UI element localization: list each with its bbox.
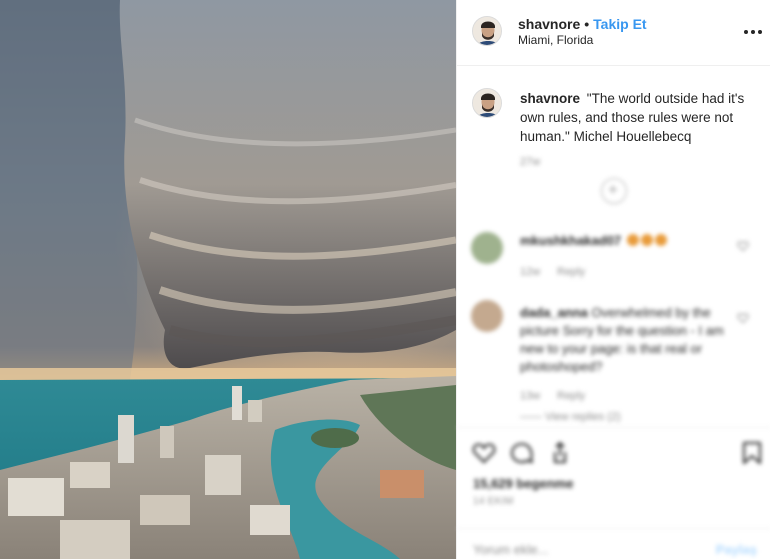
comment-age: 13w [520,390,541,402]
caption-author-avatar[interactable] [472,88,502,118]
plus-circle-icon[interactable] [601,178,627,204]
post-actions: 15,629 begenme 14 EKIM Yorum ekle... Pay… [457,427,770,559]
more-horizontal-icon[interactable] [744,30,762,36]
author-avatar[interactable] [472,16,502,46]
reply-button[interactable]: Reply [557,390,585,402]
comment-avatar[interactable] [471,232,503,264]
post-side-panel: shavnore • Takip Et Miami, Florida shavnor… [456,0,770,559]
comment-icon[interactable] [509,440,535,466]
emoji-icon [626,234,639,246]
heart-icon[interactable] [471,440,497,466]
emoji-icon [640,234,653,246]
post-caption: shavnore "The world outside had it's own… [520,89,760,146]
comment-input[interactable]: Yorum ekle... [473,542,548,557]
heart-small-icon[interactable] [737,240,749,252]
separator-dot: • [584,16,590,32]
supercell-storm-over-miami-image [0,0,456,559]
comments-section: 27w mkushkhakad07 12w Reply dada_anna Ov… [457,140,770,559]
comment-line: mkushkhakad07 [520,232,667,250]
author-username[interactable]: shavnore [518,16,580,32]
post-header: shavnore • Takip Et Miami, Florida [457,0,770,66]
post-photo[interactable] [0,0,456,559]
view-replies-label: View replies (2) [545,411,621,423]
bookmark-icon[interactable] [739,440,765,466]
comment-username[interactable]: mkushkhakad07 [520,233,621,248]
caption-username[interactable]: shavnore [520,91,580,106]
comment-username[interactable]: dada_anna [520,305,588,320]
follow-button[interactable]: Takip Et [593,16,646,32]
emoji-icon [654,234,667,246]
comment-age: 12w [520,266,541,278]
view-replies-button[interactable]: —— View replies (2) [520,411,621,423]
comment-avatar[interactable] [471,300,503,332]
post-comment-button[interactable]: Paylaş [716,542,757,557]
likes-count[interactable]: 15,629 begenme [473,476,573,491]
add-comment-form: Yorum ekle... Paylaş [457,528,770,559]
comment-line: dada_anna Overwhelmed by the picture Sor… [520,304,735,376]
caption-age: 27w [520,156,541,168]
man-portrait-icon [473,89,501,117]
heart-small-icon[interactable] [737,312,749,324]
post-location[interactable]: Miami, Florida [518,33,593,47]
post-date: 14 EKIM [473,496,514,507]
reply-button[interactable]: Reply [557,266,585,278]
share-icon[interactable] [547,440,573,466]
man-portrait-icon [473,17,501,45]
